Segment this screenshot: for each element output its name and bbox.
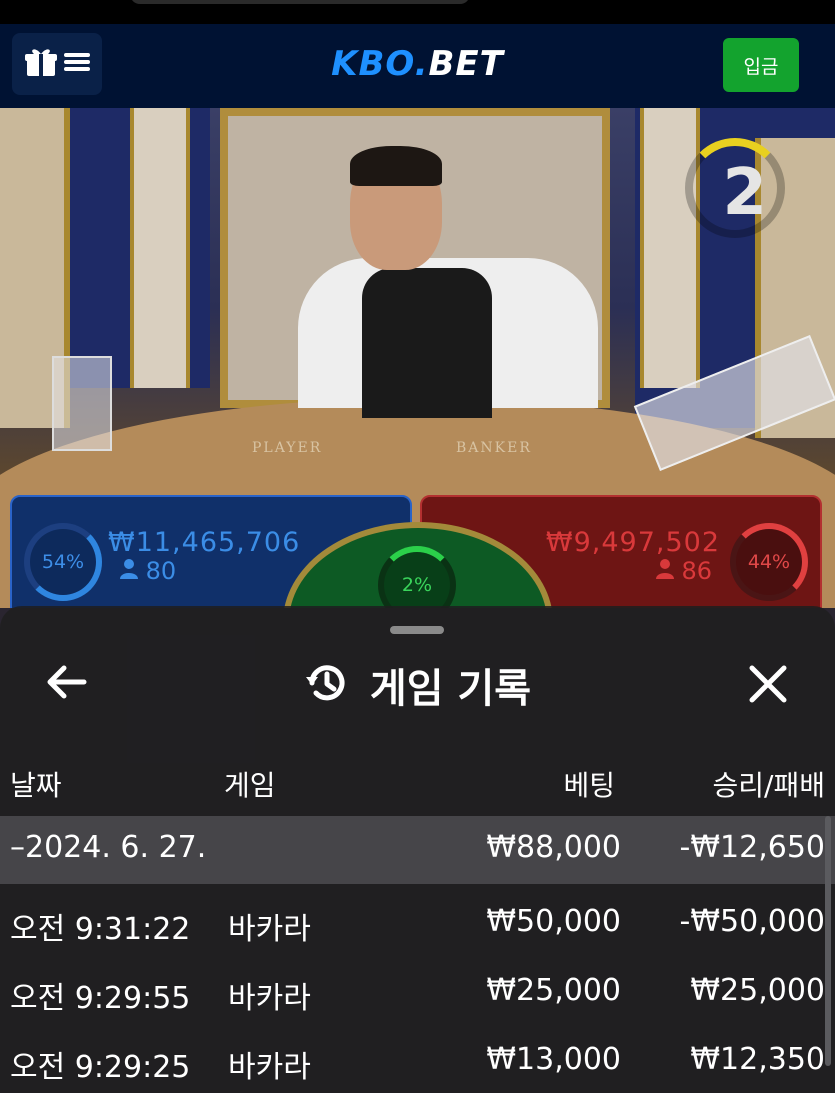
close-icon (749, 665, 787, 703)
history-row[interactable]: 오전 9:29:55 바카라 ₩25,000 ₩25,000 (0, 959, 835, 1027)
history-row[interactable]: 오전 9:31:22 바카라 ₩50,000 -₩50,000 (0, 890, 835, 958)
site-logo[interactable]: KBO.BET (0, 44, 835, 84)
row-game: 바카라 (228, 1050, 311, 1085)
app-header: KBO.BET 입금 (0, 24, 835, 108)
player-percent-ring: 54% (24, 523, 102, 601)
row-bet: ₩13,000 (486, 1042, 621, 1077)
banker-user-count-value: 86 (681, 557, 712, 585)
card-discard-tray (52, 356, 112, 451)
row-time: 오전 9:29:55 (10, 981, 191, 1016)
row-bet: ₩50,000 (486, 904, 621, 939)
game-history-sheet: 게임 기록 날짜 게임 베팅 승리/패배 –2024. 6. 27. ₩88,0… (0, 606, 835, 1093)
table-player-label: PLAYER (252, 440, 323, 456)
date-group-result: -₩12,650 (679, 830, 825, 865)
banker-user-count: 86 (655, 557, 712, 585)
history-row[interactable]: 오전 9:29:25 바카라 ₩13,000 ₩12,350 (0, 1028, 835, 1093)
banker-percent-ring: 44% (730, 523, 808, 601)
column-header-result[interactable]: 승리/패배 (713, 764, 825, 804)
row-time: 오전 9:29:25 (10, 1050, 191, 1085)
row-result: -₩50,000 (679, 904, 825, 939)
row-game: 바카라 (228, 912, 311, 947)
player-bet-amount: ₩11,465,706 (108, 527, 301, 558)
table-banker-label: BANKER (456, 440, 532, 456)
date-group-label: –2024. 6. 27. (10, 830, 207, 865)
dealer-vest (362, 268, 492, 418)
countdown-number: 2 (722, 156, 767, 230)
sheet-header: 게임 기록 (0, 656, 835, 714)
row-game: 바카라 (228, 981, 311, 1016)
close-button[interactable] (746, 662, 790, 706)
date-group-row[interactable]: –2024. 6. 27. ₩88,000 -₩12,650 (0, 816, 835, 884)
banker-bet-amount: ₩9,497,502 (545, 527, 720, 558)
column-header-game[interactable]: 게임 (224, 764, 276, 804)
player-user-count: 80 (120, 557, 176, 585)
history-icon (304, 661, 348, 709)
pillar-right (640, 108, 700, 388)
column-header-bet[interactable]: 베팅 (563, 764, 615, 804)
notch (130, 0, 470, 4)
sheet-drag-handle[interactable] (390, 626, 444, 634)
scrollbar[interactable] (825, 816, 831, 1066)
row-bet: ₩25,000 (486, 973, 621, 1008)
status-bar (0, 0, 835, 24)
date-group-bet: ₩88,000 (486, 830, 621, 865)
user-icon (120, 557, 146, 585)
player-user-count-value: 80 (145, 557, 177, 585)
row-result: ₩12,350 (690, 1042, 825, 1077)
sheet-title: 게임 기록 (369, 666, 532, 712)
row-time: 오전 9:31:22 (10, 912, 191, 947)
user-icon (655, 557, 682, 585)
dealer-hair (350, 146, 442, 186)
deposit-button[interactable]: 입금 (723, 38, 799, 92)
row-result: ₩25,000 (690, 973, 825, 1008)
column-header-date[interactable]: 날짜 (10, 764, 62, 804)
pillar-left (130, 108, 190, 388)
